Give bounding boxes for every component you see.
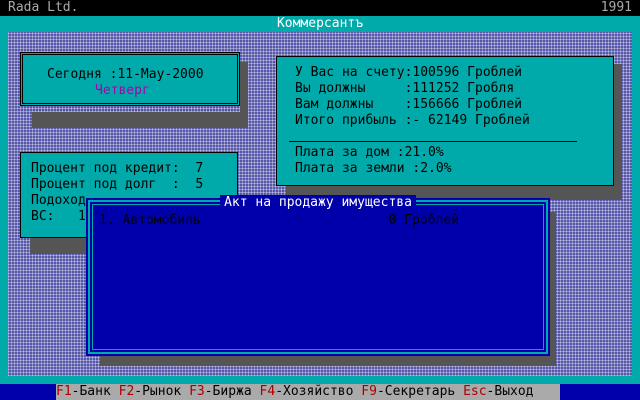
house-fee: Плата за дом :21.0%	[295, 145, 444, 160]
dialog-title: Акт на продажу имущества	[220, 195, 416, 210]
date-box-shadow	[32, 112, 248, 128]
hotkey-f1-label: -Банк	[71, 384, 111, 399]
main-window-title-bar: Коммерсантъ	[0, 16, 640, 32]
hotkey-exchange[interactable]: F3-Биржа	[189, 384, 252, 399]
vs-label: ВС: 1	[31, 209, 86, 224]
company-name: Rada Ltd.	[8, 0, 79, 15]
hotkey-market[interactable]: F2-Рынок	[119, 384, 182, 399]
income-label: Подоход	[31, 193, 86, 208]
dialog-shadow	[100, 352, 556, 366]
account-balance: У Вас на счету:100596 Гроблей	[295, 65, 522, 80]
dialog-border: Акт на продажу имущества 1. Автомобиль 0…	[92, 195, 544, 350]
hotkey-f3-key: F3	[189, 384, 205, 399]
debt-rate: Процент под долг : 5	[31, 177, 204, 192]
status-bar: F1-Банк F2-Рынок F3-Биржа F4-Хозяйство F…	[0, 384, 640, 400]
you-owe: Вы должны :111252 Гробля	[295, 81, 515, 96]
date-box: Сегодня :11-May-2000 Четверг	[20, 52, 240, 106]
hotkey-exit[interactable]: Esc-Выход	[463, 384, 533, 399]
owed-to-you: Вам должны :156666 Гроблей	[295, 97, 522, 112]
list-item-car[interactable]: 1. Автомобиль 0 Гроблей	[99, 213, 539, 229]
hotkey-secretary[interactable]: F9-Секретарь	[361, 384, 455, 399]
hotkey-f1-key: F1	[56, 384, 72, 399]
today-date: Сегодня :11-May-2000	[47, 67, 204, 82]
hotkey-bank[interactable]: F1-Банк	[56, 384, 111, 399]
hotkey-esc-label: -Выход	[486, 384, 534, 399]
credit-rate: Процент под кредит: 7	[31, 161, 204, 176]
hotkey-f4-label: -Хозяйство	[275, 384, 354, 399]
hotkey-f9-label: -Секретарь	[376, 384, 456, 399]
main-window-title: Коммерсантъ	[272, 16, 368, 31]
sell-property-dialog[interactable]: Акт на продажу имущества 1. Автомобиль 0…	[86, 195, 550, 356]
account-divider	[289, 141, 577, 142]
total-profit: Итого прибыль :- 62149 Гроблей	[295, 113, 530, 128]
hotkey-f9-key: F9	[361, 384, 377, 399]
year-label: 1991	[600, 0, 632, 15]
hotkey-f3-label: -Биржа	[204, 384, 252, 399]
hotkey-esc-key: Esc	[463, 384, 487, 399]
hotkey-f2-key: F2	[118, 384, 135, 399]
top-bar: Rada Ltd. 1991	[0, 0, 640, 16]
hotkey-household[interactable]: F4-Хозяйство	[260, 384, 354, 399]
hotkey-bar: F1-Банк F2-Рынок F3-Биржа F4-Хозяйство F…	[56, 384, 560, 400]
land-fee: Плата за земли :2.0%	[295, 161, 452, 176]
account-box-shadow-right	[614, 64, 622, 200]
date-box-shadow-right	[240, 62, 248, 128]
weekday-label: Четверг	[95, 83, 150, 98]
account-box: У Вас на счету:100596 Гроблей Вы должны …	[276, 56, 614, 186]
hotkey-f2-label: -Рынок	[134, 384, 182, 399]
dialog-title-bar: Акт на продажу имущества	[93, 195, 543, 211]
hotkey-f4-key: F4	[259, 384, 276, 399]
